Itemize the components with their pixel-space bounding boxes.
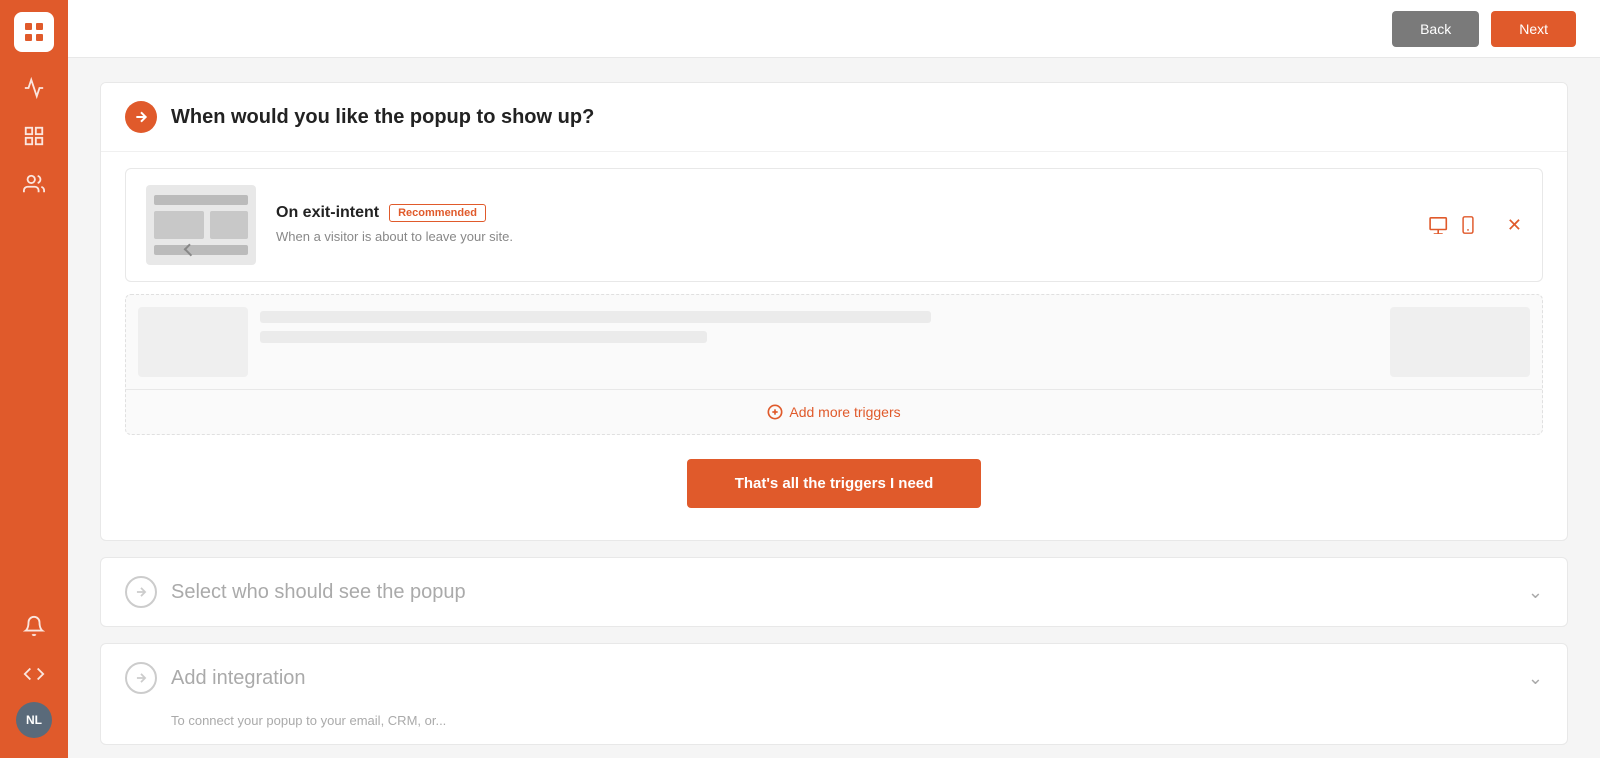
arrow-right-inactive-icon — [134, 585, 148, 599]
add-trigger-label: Add more triggers — [789, 404, 900, 420]
sidebar-logo[interactable] — [14, 12, 54, 52]
integration-section: Add integration ⌄ To connect your popup … — [100, 643, 1568, 745]
triggers-arrow-icon — [125, 101, 157, 133]
back-button[interactable]: Back — [1392, 11, 1479, 47]
audience-section: Select who should see the popup ⌄ — [100, 557, 1568, 627]
integration-section-left: Add integration — [125, 662, 306, 694]
placeholder-lines — [260, 295, 1378, 389]
analytics-icon — [23, 77, 45, 99]
triggers-section-body: On exit-intent Recommended When a visito… — [101, 151, 1567, 540]
arrow-right-inactive-2-icon — [134, 671, 148, 685]
triggers-section-header: When would you like the popup to show up… — [101, 83, 1567, 151]
trigger-title-row: On exit-intent Recommended — [276, 204, 1409, 222]
topbar: Back Next — [68, 0, 1600, 58]
audience-arrow-icon — [125, 576, 157, 608]
add-trigger-btn-row: Add more triggers — [126, 389, 1542, 434]
main-content: Back Next When would you like the popup … — [68, 0, 1600, 758]
triggers-section: When would you like the popup to show up… — [100, 82, 1568, 541]
trigger-thumbnail — [146, 185, 256, 265]
placeholder-right — [1390, 307, 1530, 377]
sidebar-item-grid[interactable] — [14, 116, 54, 156]
audience-chevron-icon: ⌄ — [1528, 582, 1543, 603]
desktop-icon — [1429, 216, 1451, 234]
trigger-description: When a visitor is about to leave your si… — [276, 229, 513, 244]
sidebar: NL — [0, 0, 68, 758]
integration-chevron-icon: ⌄ — [1528, 668, 1543, 689]
add-trigger-area: Add more triggers — [125, 294, 1543, 435]
sidebar-item-users[interactable] — [14, 164, 54, 204]
trigger-info: On exit-intent Recommended When a visito… — [276, 204, 1409, 246]
sidebar-item-analytics[interactable] — [14, 68, 54, 108]
audience-section-title: Select who should see the popup — [171, 581, 466, 604]
integration-subtitle: To connect your popup to your email, CRM… — [171, 713, 446, 728]
content: When would you like the popup to show up… — [68, 58, 1600, 758]
next-button[interactable]: Next — [1491, 11, 1576, 47]
arrow-right-icon — [133, 109, 149, 125]
trigger-name: On exit-intent — [276, 204, 379, 222]
placeholder-thumbnail — [138, 307, 248, 377]
mobile-icon — [1461, 216, 1475, 234]
sidebar-item-code[interactable] — [14, 654, 54, 694]
plus-circle-icon — [767, 404, 783, 420]
grid-icon — [23, 125, 45, 147]
logo-icon — [22, 20, 46, 44]
thats-all-button[interactable]: That's all the triggers I need — [687, 459, 982, 508]
thats-all-row: That's all the triggers I need — [125, 435, 1543, 516]
placeholder-line-1 — [260, 311, 931, 323]
integration-arrow-icon — [125, 662, 157, 694]
code-icon — [23, 663, 45, 685]
sidebar-item-notifications[interactable] — [14, 606, 54, 646]
avatar[interactable]: NL — [16, 702, 52, 738]
add-more-triggers-button[interactable]: Add more triggers — [767, 404, 900, 420]
users-icon — [23, 173, 45, 195]
audience-section-left: Select who should see the popup — [125, 576, 466, 608]
integration-section-header[interactable]: Add integration ⌄ — [101, 644, 1567, 712]
add-trigger-placeholder — [126, 295, 1542, 389]
placeholder-line-2 — [260, 331, 707, 343]
integration-section-title: Add integration — [171, 667, 306, 690]
bell-icon — [23, 615, 45, 637]
trigger-device-icons — [1429, 216, 1475, 234]
trigger-delete-button[interactable]: ✕ — [1507, 215, 1522, 236]
audience-section-header[interactable]: Select who should see the popup ⌄ — [101, 558, 1567, 626]
triggers-section-title: When would you like the popup to show up… — [171, 106, 594, 129]
trigger-exit-intent-row: On exit-intent Recommended When a visito… — [125, 168, 1543, 282]
recommended-badge: Recommended — [389, 204, 486, 222]
